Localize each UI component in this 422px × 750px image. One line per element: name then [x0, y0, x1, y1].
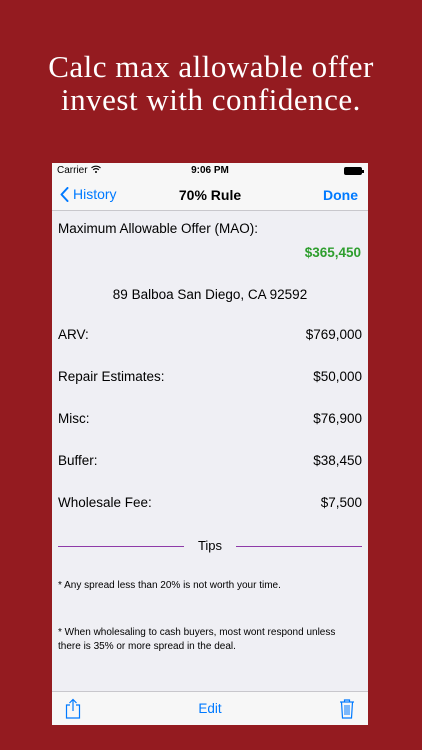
- row-value: $769,000: [305, 327, 362, 342]
- result-content: Maximum Allowable Offer (MAO): $365,450 …: [52, 211, 368, 691]
- nav-title: 70% Rule: [178, 187, 242, 203]
- battery-icon: [344, 167, 364, 175]
- row-value: $7,500: [320, 495, 362, 510]
- headline-line-1: Calc max allowable offer: [48, 49, 374, 84]
- tip-2: * When wholesaling to cash buyers, most …: [58, 627, 336, 652]
- bottom-toolbar: Edit: [52, 691, 368, 725]
- row-label: ARV:: [58, 327, 89, 342]
- headline: Calc max allowable offer invest with con…: [0, 50, 422, 116]
- tips-divider: Tips: [58, 538, 362, 554]
- status-bar: Carrier 9:06 PM: [52, 163, 368, 179]
- phone-screen: Carrier 9:06 PM History 70% Rule Done Ma…: [52, 163, 368, 725]
- nav-bar: History 70% Rule Done: [52, 179, 368, 211]
- trash-icon: [340, 699, 354, 719]
- row-value: $50,000: [313, 369, 362, 384]
- row-value: $76,900: [313, 411, 362, 426]
- mao-value: $365,450: [304, 245, 361, 260]
- row-label: Wholesale Fee:: [58, 495, 152, 510]
- done-button[interactable]: Done: [323, 187, 358, 203]
- edit-button[interactable]: Edit: [198, 701, 221, 716]
- status-time: 9:06 PM: [191, 165, 229, 176]
- tips-header: Tips: [197, 538, 223, 553]
- mao-label: Maximum Allowable Offer (MAO):: [58, 221, 259, 236]
- headline-line-2: invest with confidence.: [61, 82, 361, 117]
- row-label: Misc:: [58, 411, 90, 426]
- delete-button[interactable]: [339, 698, 355, 724]
- tip-1: * Any spread less than 20% is not worth …: [58, 580, 281, 591]
- share-button[interactable]: [65, 698, 81, 724]
- row-label: Buffer:: [58, 453, 98, 468]
- share-icon: [65, 698, 81, 719]
- row-value: $38,450: [313, 453, 362, 468]
- row-label: Repair Estimates:: [58, 369, 165, 384]
- property-address: 89 Balboa San Diego, CA 92592: [112, 287, 308, 302]
